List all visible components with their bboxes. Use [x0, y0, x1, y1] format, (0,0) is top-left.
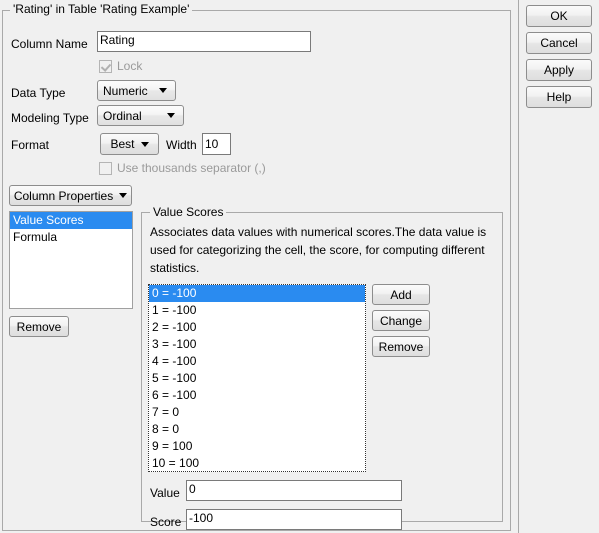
modeling-type-label: Modeling Type [11, 111, 89, 125]
list-item[interactable]: 6 = -100 [149, 387, 365, 404]
data-type-value: Numeric [103, 83, 148, 98]
modeling-type-value: Ordinal [103, 108, 142, 123]
remove-property-button[interactable]: Remove [9, 316, 69, 337]
list-item[interactable]: 8 = 0 [149, 421, 365, 438]
format-label: Format [11, 138, 50, 152]
add-score-button[interactable]: Add [372, 284, 430, 305]
list-item[interactable]: 0 = -100 [149, 285, 365, 302]
format-dropdown-button[interactable]: Best [100, 133, 159, 155]
list-item[interactable]: 10 = 100 [149, 455, 365, 471]
lock-checkbox-box[interactable] [99, 59, 112, 73]
thousands-separator-checkbox-box[interactable] [99, 161, 112, 175]
panel-divider [518, 0, 519, 533]
format-value: Best [110, 137, 135, 151]
chevron-down-icon [159, 88, 167, 93]
value-scores-group-title: Value Scores [150, 205, 227, 219]
thousands-separator-checkbox[interactable]: Use thousands separator (,) [99, 161, 266, 175]
width-label: Width [166, 138, 197, 152]
help-button[interactable]: Help [526, 86, 592, 108]
width-input[interactable]: 10 [202, 133, 231, 155]
score-field-label: Score [150, 515, 182, 529]
column-name-input[interactable]: Rating [97, 31, 311, 52]
value-input[interactable]: 0 [186, 480, 402, 501]
ok-button-label: OK [550, 9, 568, 23]
chevron-down-icon [119, 193, 128, 198]
list-item[interactable]: 5 = -100 [149, 370, 365, 387]
change-score-button[interactable]: Change [372, 310, 430, 331]
modeling-type-dropdown[interactable]: Ordinal [97, 105, 184, 126]
lock-checkbox[interactable]: Lock [99, 59, 142, 73]
apply-button[interactable]: Apply [526, 59, 592, 81]
score-input[interactable]: -100 [186, 509, 402, 530]
ok-button[interactable]: OK [526, 5, 592, 27]
cancel-button[interactable]: Cancel [526, 32, 592, 54]
list-item[interactable]: 7 = 0 [149, 404, 365, 421]
data-type-label: Data Type [11, 86, 66, 100]
column-properties-button[interactable]: Column Properties [9, 185, 132, 206]
list-item[interactable]: Formula [10, 229, 132, 246]
list-item[interactable]: 3 = -100 [149, 336, 365, 353]
lock-checkbox-label: Lock [117, 59, 143, 73]
thousands-separator-label: Use thousands separator (,) [117, 161, 266, 175]
column-properties-listbox[interactable]: Value Scores Formula [9, 211, 133, 309]
remove-score-button[interactable]: Remove [372, 336, 430, 357]
column-name-label: Column Name [11, 37, 88, 51]
list-item[interactable]: Value Scores [10, 212, 132, 229]
apply-button-label: Apply [543, 63, 575, 77]
chevron-down-icon [140, 141, 149, 147]
groupbox-title: 'Rating' in Table 'Rating Example' [10, 2, 193, 16]
change-score-button-label: Change [379, 313, 423, 328]
remove-score-button-label: Remove [378, 339, 424, 354]
list-item[interactable]: 4 = -100 [149, 353, 365, 370]
list-item[interactable]: 1 = -100 [149, 302, 365, 319]
data-type-dropdown[interactable]: Numeric [97, 80, 176, 101]
list-item[interactable]: 2 = -100 [149, 319, 365, 336]
add-score-button-label: Add [390, 287, 412, 302]
list-item[interactable]: 9 = 100 [149, 438, 365, 455]
value-scores-description: Associates data values with numerical sc… [150, 225, 487, 275]
chevron-down-icon [167, 113, 175, 118]
value-field-label: Value [150, 486, 180, 500]
remove-property-button-label: Remove [16, 319, 62, 334]
value-scores-listbox[interactable]: 0 = -100 1 = -100 2 = -100 3 = -100 4 = … [148, 284, 366, 472]
help-button-label: Help [546, 90, 572, 104]
column-properties-button-label: Column Properties [13, 188, 114, 203]
cancel-button-label: Cancel [540, 36, 578, 50]
